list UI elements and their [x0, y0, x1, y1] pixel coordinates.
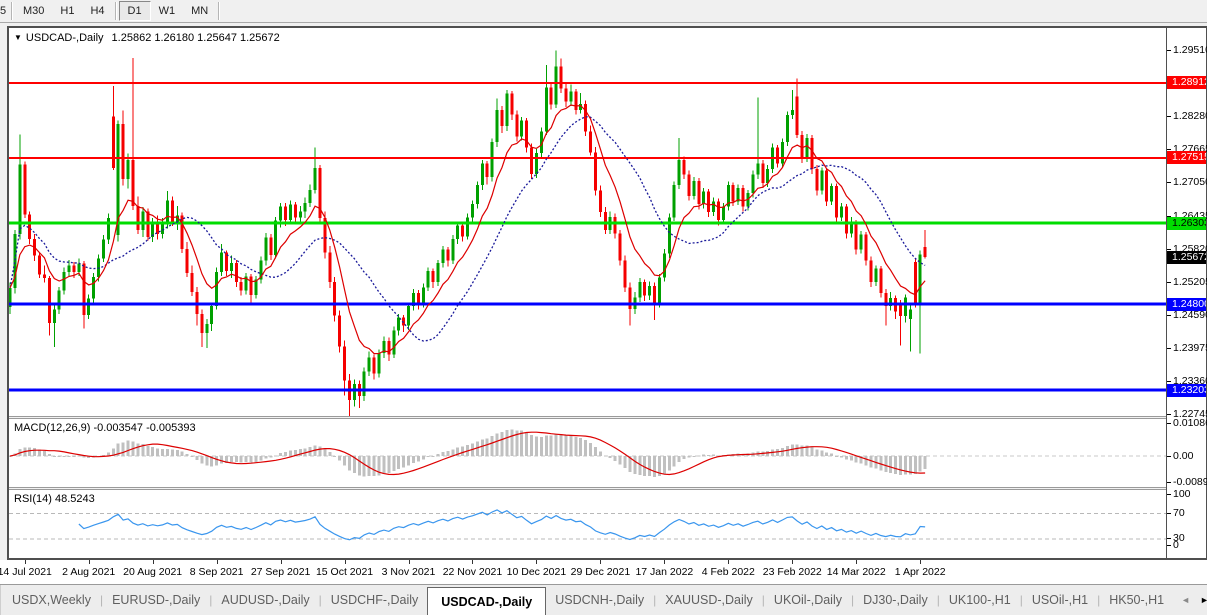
date-label: 1 Apr 2022: [894, 566, 946, 578]
rsi-label: RSI(14) 48.5243: [14, 493, 95, 505]
timeframe-toolbar: 5 M30 H1 H4 D1 W1 MN: [0, 0, 1207, 23]
chart-tab-ukoil-daily[interactable]: UKOil-,Daily: [765, 585, 851, 615]
date-label: 10 Dec 2021: [506, 566, 567, 578]
date-axis[interactable]: 14 Jul 2021 2 Aug 2021 20 Aug 2021 8 Sep 20…: [0, 560, 1207, 584]
chart-tab-uk100-h1[interactable]: UK100-,H1: [940, 585, 1020, 615]
tick-mark: [1167, 314, 1171, 316]
date-tick-mark: [216, 560, 218, 564]
tick-mark: [1167, 116, 1171, 118]
chart-tab-usdx-weekly[interactable]: USDX,Weekly: [3, 585, 100, 615]
timeframe-button-w1[interactable]: W1: [151, 1, 184, 21]
date-label: 17 Jan 2022: [635, 566, 694, 578]
rsi-line: [78, 509, 926, 541]
date-tick-mark: [536, 560, 538, 564]
timeframe-button-mn[interactable]: MN: [183, 1, 216, 21]
date-tick-mark: [664, 560, 666, 564]
chart-tab-usdcnh-daily[interactable]: USDCNH-,Daily: [546, 585, 653, 615]
chart-title: ▼ USDCAD-,Daily 1.25862 1.26180 1.25647 1.…: [14, 32, 280, 44]
chart-tab-usdcad-daily[interactable]: USDCAD-,Daily: [427, 587, 547, 615]
date-label: 22 Nov 2021: [442, 566, 503, 578]
chart-tab-eurusd-daily[interactable]: EURUSD-,Daily: [103, 585, 209, 615]
chart-tab-bar: USDX,Weekly | EURUSD-,Daily | AUDUSD-,Daily |…: [0, 584, 1207, 615]
price-badge-1.27515: 1.27515: [1167, 151, 1206, 165]
price-badge-1.23203: 1.23203: [1167, 383, 1206, 397]
date-tick-mark: [728, 560, 730, 564]
timeframe-button-clipped[interactable]: 5: [0, 1, 9, 21]
price-badge-1.24800: 1.24800: [1167, 297, 1206, 311]
chart-tab-xauusd-daily[interactable]: XAUUSD-,Daily: [656, 585, 762, 615]
price-chart-canvas[interactable]: [9, 28, 1166, 416]
tick-mark: [1167, 149, 1171, 151]
chart-title-symbol: USDCAD-,Daily: [25, 32, 104, 44]
macd-label: MACD(12,26,9) -0.003547 -0.005393: [14, 422, 196, 434]
rsi-pane[interactable]: RSI(14) 48.5243: [9, 490, 1166, 558]
timeframe-button-m30[interactable]: M30: [15, 1, 52, 21]
chart-tab-hk50-h1[interactable]: HK50-,H1: [1100, 585, 1173, 615]
macd-histogram: [9, 429, 927, 477]
price-badge-1.26303: 1.26303: [1167, 216, 1206, 230]
date-label: 27 Sep 2021: [250, 566, 311, 578]
tab-scroll-left-icon[interactable]: ◄: [1181, 595, 1190, 605]
tick-mark: [1167, 347, 1171, 349]
toolbar-separator: [218, 2, 221, 20]
rsi-canvas[interactable]: [9, 490, 1166, 558]
chart-tab-dj30-daily[interactable]: DJ30-,Daily: [854, 585, 937, 615]
tick-mark: [1167, 50, 1171, 52]
tab-scroll-controls: ◄ ►: [1181, 585, 1207, 615]
date-label: 20 Aug 2021: [123, 566, 183, 578]
price-axis[interactable]: 1.295101.282801.276651.270501.264351.258…: [1166, 28, 1207, 558]
date-label: 29 Dec 2021: [570, 566, 631, 578]
timeframe-button-h1[interactable]: H1: [52, 1, 82, 21]
date-label: 3 Nov 2021: [381, 566, 436, 578]
date-label: 8 Sep 2021: [189, 566, 244, 578]
macd-pane[interactable]: MACD(12,26,9) -0.003547 -0.005393: [9, 419, 1166, 487]
chart-window: ▼ USDCAD-,Daily 1.25862 1.26180 1.25647 1.…: [7, 26, 1207, 560]
date-label: 14 Mar 2022: [826, 566, 886, 578]
tab-scroll-right-icon[interactable]: ►: [1200, 595, 1207, 605]
price-badge-1.28912: 1.28912: [1167, 76, 1206, 90]
candlestick-series: [9, 50, 927, 416]
date-tick-mark: [920, 560, 922, 564]
date-label: 2 Aug 2021: [62, 566, 116, 578]
date-tick-mark: [152, 560, 154, 564]
date-tick-mark: [408, 560, 410, 564]
symbol-dropdown-icon[interactable]: ▼: [14, 33, 22, 42]
date-tick-mark: [472, 560, 474, 564]
date-label: 4 Feb 2022: [701, 566, 755, 578]
toolbar-separator: [11, 2, 13, 20]
price-badge-1.25672: 1.25672: [1167, 250, 1206, 264]
chart-tab-usdchf-daily[interactable]: USDCHF-,Daily: [322, 585, 428, 615]
tick-mark: [1167, 414, 1171, 416]
tick-mark: [1167, 182, 1171, 184]
date-tick-mark: [88, 560, 90, 564]
main-chart-pane[interactable]: ▼ USDCAD-,Daily 1.25862 1.26180 1.25647 1.…: [9, 28, 1166, 416]
tick-mark: [1167, 248, 1171, 250]
timeframe-button-d1[interactable]: D1: [118, 1, 151, 21]
chart-tab-usoil-h1[interactable]: USOil-,H1: [1023, 585, 1097, 615]
date-tick-mark: [856, 560, 858, 564]
date-tick-mark: [600, 560, 602, 564]
date-label: 23 Feb 2022: [762, 566, 822, 578]
tick-mark: [1167, 381, 1171, 383]
date-label: 15 Oct 2021: [315, 566, 374, 578]
tick-mark: [1167, 281, 1171, 283]
date-tick-mark: [280, 560, 282, 564]
toolbar-separator: [114, 2, 117, 20]
date-tick-mark: [792, 560, 794, 564]
tab-bar-leading-space: [0, 585, 1, 615]
timeframe-button-h4[interactable]: H4: [82, 1, 112, 21]
chart-tab-audusd-daily[interactable]: AUDUSD-,Daily: [212, 585, 318, 615]
chart-title-ohlc: 1.25862 1.26180 1.25647 1.25672: [111, 32, 280, 44]
date-tick-mark: [344, 560, 346, 564]
date-tick-mark: [24, 560, 26, 564]
